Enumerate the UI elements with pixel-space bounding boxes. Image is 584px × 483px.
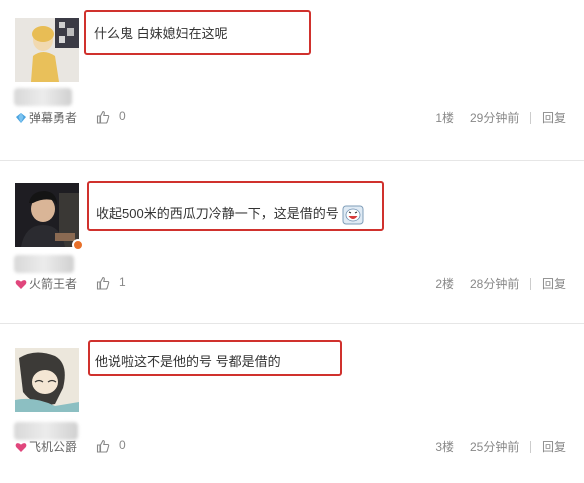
comment-text: 收起500米的西瓜刀冷静一下，这是借的号 <box>96 203 364 225</box>
avatar[interactable] <box>15 348 79 412</box>
avatar[interactable] <box>15 18 79 82</box>
separator <box>530 278 531 290</box>
comment-meta: 弹幕勇者 0 1楼 29分钟前 回复 <box>0 107 584 127</box>
blurred-username-overlay <box>14 255 74 273</box>
heart-icon <box>15 443 27 452</box>
avatar-image <box>15 183 79 247</box>
username[interactable]: 火箭王者 <box>29 275 77 292</box>
verified-badge <box>72 239 84 251</box>
username[interactable]: 弹幕勇者 <box>29 109 77 126</box>
laughing-emoji-icon <box>342 205 364 225</box>
reply-button[interactable]: 回复 <box>542 109 566 126</box>
floor-number: 1楼 <box>435 111 454 125</box>
thumbs-up-icon[interactable] <box>96 276 110 290</box>
reply-button[interactable]: 回复 <box>542 438 566 455</box>
like-count: 1 <box>119 275 126 289</box>
comment-item: 什么鬼 白妹媳妇在这呢 弹幕勇者 0 1楼 29分钟前 回复 <box>0 0 584 160</box>
comment-meta: 飞机公爵 0 3楼 25分钟前 回复 <box>0 436 584 456</box>
avatar-image <box>15 348 79 412</box>
avatar[interactable] <box>15 183 79 247</box>
heart-icon <box>15 280 27 289</box>
floor-number: 3楼 <box>435 440 454 454</box>
timestamp: 28分钟前 <box>470 277 520 291</box>
diamond-icon <box>16 113 26 123</box>
comment-item: 收起500米的西瓜刀冷静一下，这是借的号 火箭王者 1 2楼 28分钟前 回复 <box>0 161 584 323</box>
like-count: 0 <box>119 109 126 123</box>
comment-item: 他说啦这不是他的号 号都是借的 飞机公爵 0 3楼 25分钟前 回复 <box>0 324 584 483</box>
separator <box>530 112 531 124</box>
thumbs-up-icon[interactable] <box>96 110 110 124</box>
floor-number: 2楼 <box>435 277 454 291</box>
like-count: 0 <box>119 438 126 452</box>
blurred-username-overlay <box>14 88 72 106</box>
username[interactable]: 飞机公爵 <box>29 438 77 455</box>
avatar-image <box>15 18 79 82</box>
separator <box>530 441 531 453</box>
reply-button[interactable]: 回复 <box>542 275 566 292</box>
thumbs-up-icon[interactable] <box>96 439 110 453</box>
comment-text: 他说啦这不是他的号 号都是借的 <box>95 354 281 369</box>
comment-meta: 火箭王者 1 2楼 28分钟前 回复 <box>0 273 584 293</box>
timestamp: 29分钟前 <box>470 111 520 125</box>
timestamp: 25分钟前 <box>470 440 520 454</box>
comment-text: 什么鬼 白妹媳妇在这呢 <box>94 26 228 41</box>
comment-text-content: 收起500米的西瓜刀冷静一下，这是借的号 <box>96 206 339 221</box>
